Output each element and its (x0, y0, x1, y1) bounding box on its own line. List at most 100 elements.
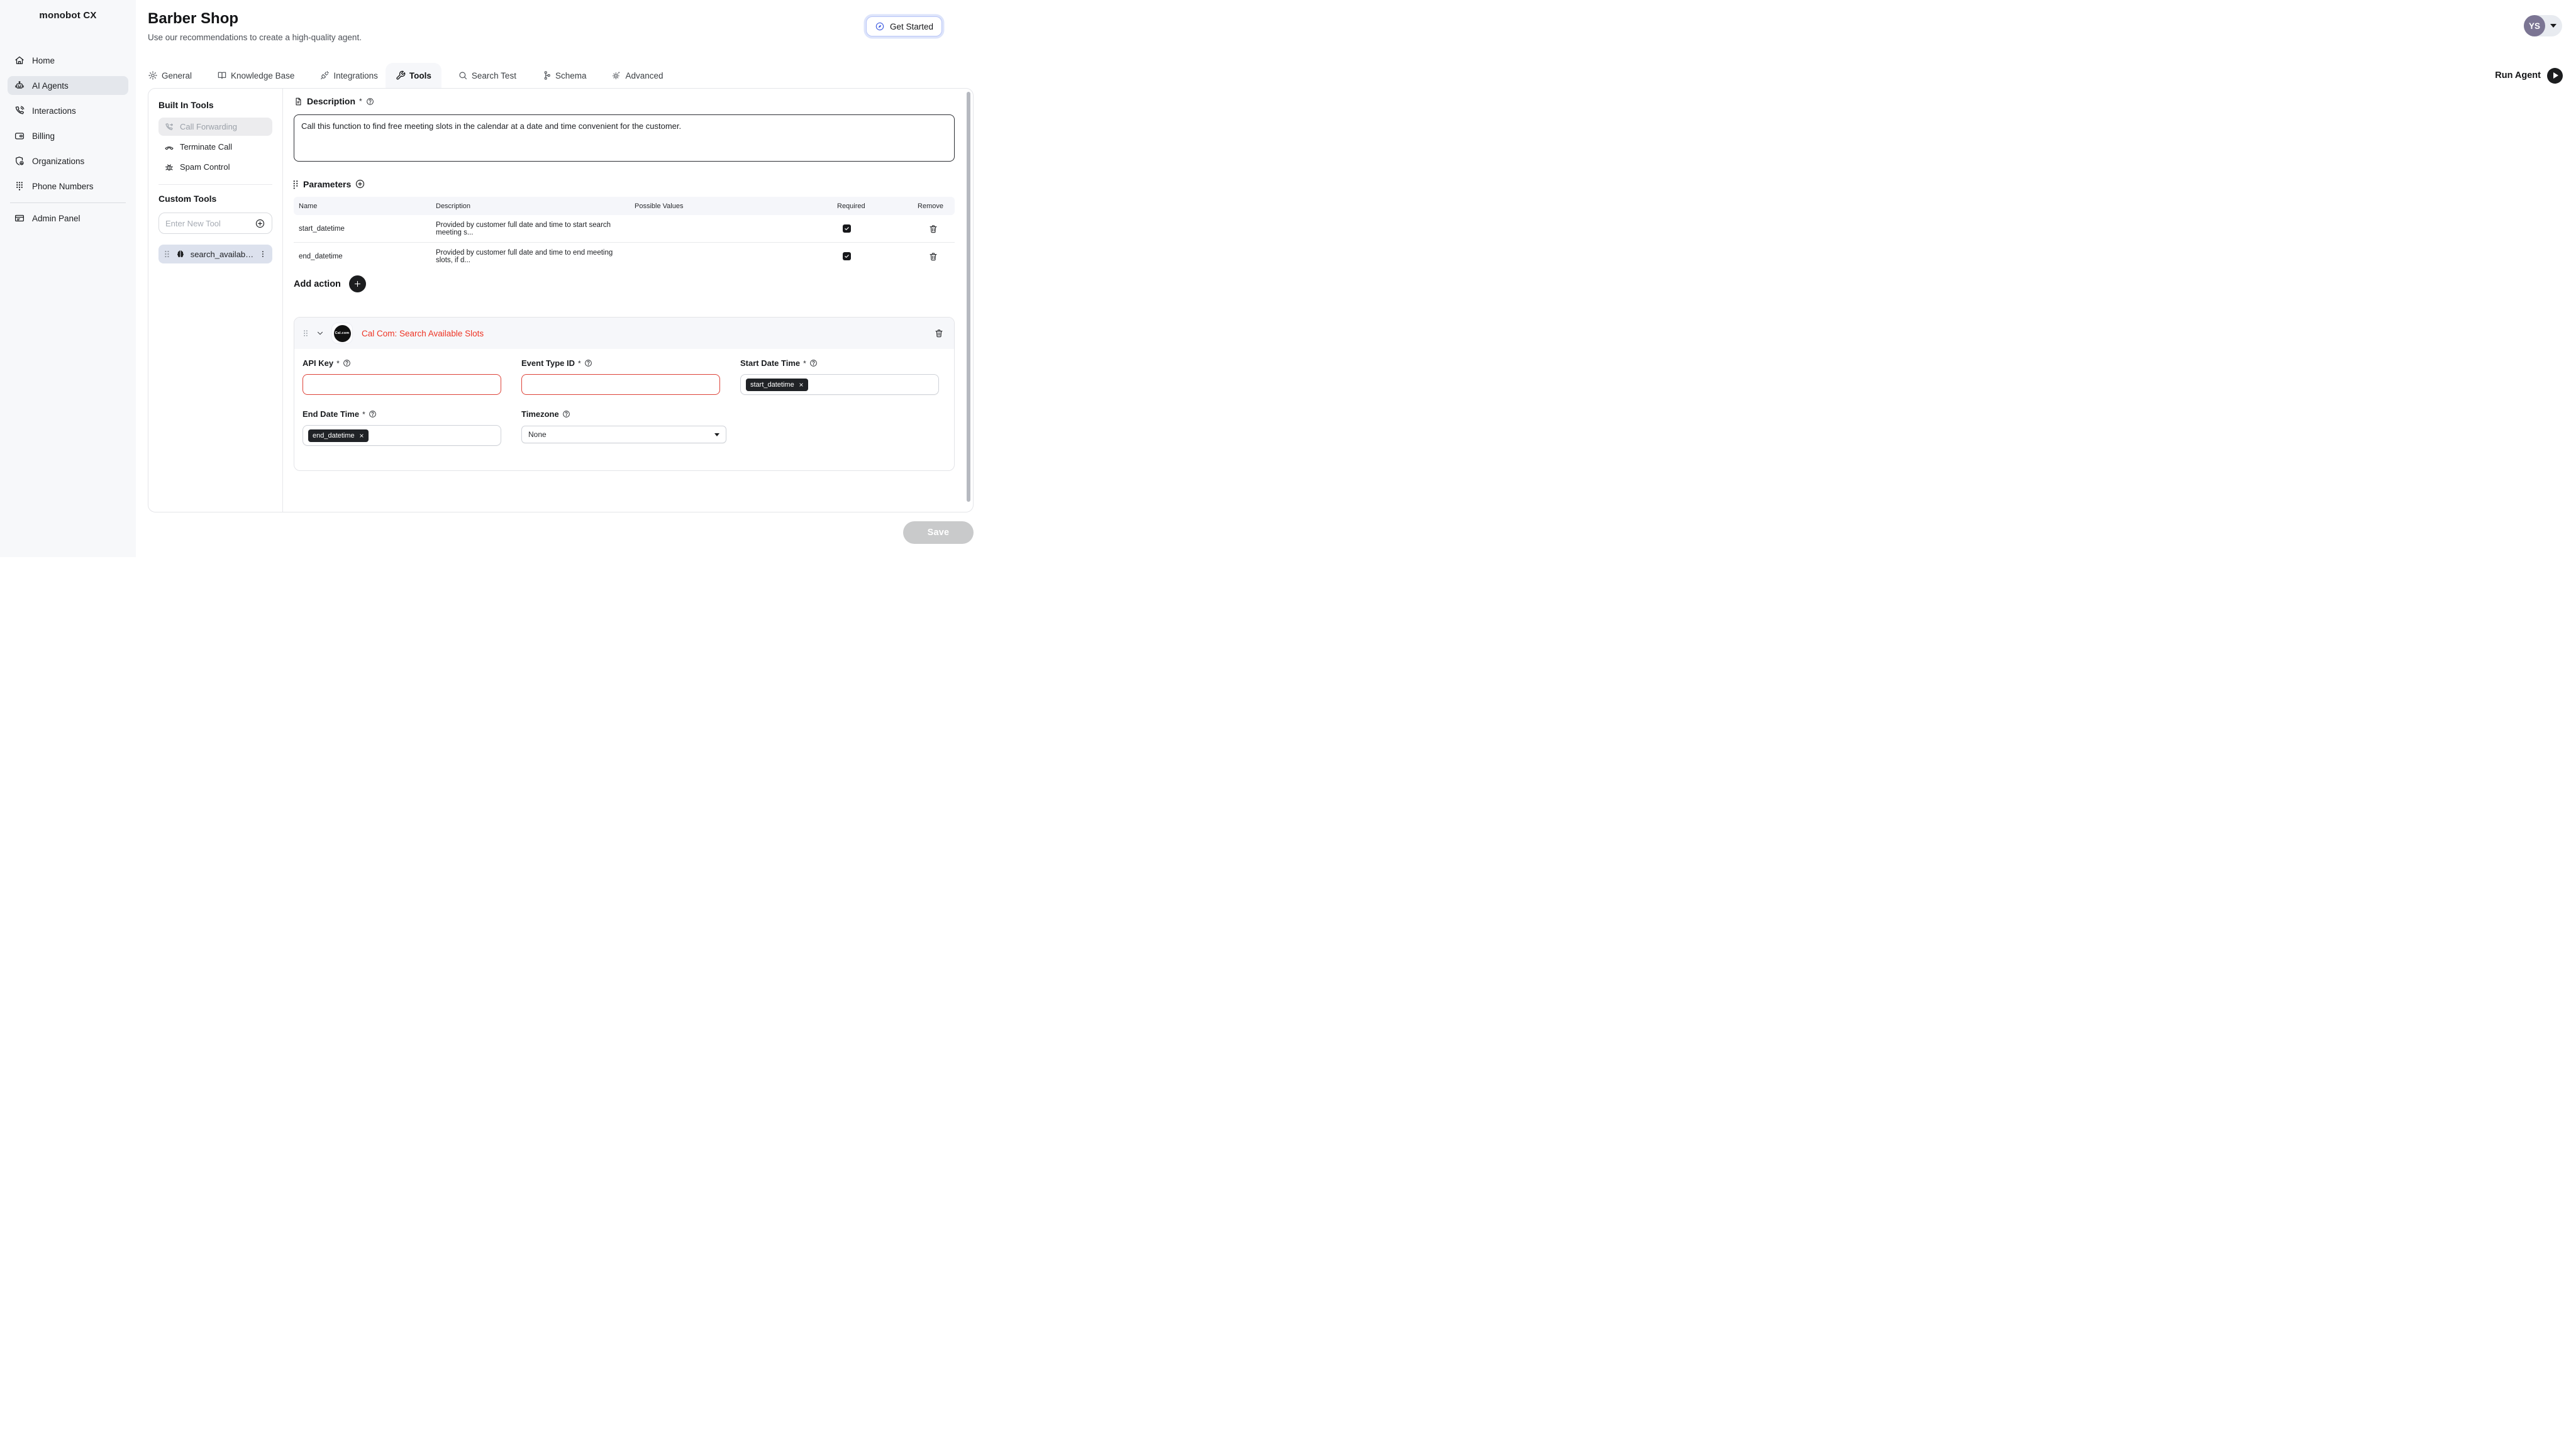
home-icon (14, 55, 25, 66)
sidebar-item-admin-panel[interactable]: Admin Panel (8, 209, 128, 228)
column-header-remove: Remove (906, 202, 955, 210)
add-parameter-icon[interactable] (355, 179, 365, 189)
trash-icon[interactable] (934, 328, 944, 338)
tab-tools-active[interactable]: Tools (386, 63, 441, 88)
sidebar-item-billing[interactable]: Billing (8, 126, 128, 145)
help-icon[interactable] (562, 410, 570, 418)
main-area: Barber Shop Use our recommendations to c… (136, 0, 2576, 1455)
tab-bar: General Knowledge Base Integrations Tool… (148, 63, 2576, 88)
tool-label: Spam Control (180, 162, 230, 172)
sidebar-item-label: Phone Numbers (32, 182, 94, 191)
add-action-button[interactable] (349, 275, 366, 292)
brain-icon (175, 249, 186, 259)
param-name: start_datetime (294, 225, 431, 233)
chevron-down-icon (714, 433, 719, 436)
tab-knowledge-base[interactable]: Knowledge Base (217, 70, 294, 80)
tab-integrations[interactable]: Integrations (319, 70, 378, 80)
trash-icon[interactable] (928, 252, 938, 262)
vertical-scrollbar[interactable] (967, 92, 970, 502)
field-api-key: API Key * (303, 358, 501, 395)
close-icon[interactable] (799, 382, 804, 387)
column-header-description: Description (431, 202, 630, 210)
add-action-label: Add action (294, 279, 341, 289)
drag-handle-icon[interactable] (303, 329, 309, 338)
custom-tool-search-available[interactable]: search_availab… (158, 245, 272, 263)
run-agent-button[interactable]: Run Agent (2495, 63, 2563, 88)
param-description: Provided by customer full date and time … (431, 249, 630, 264)
trash-icon[interactable] (928, 224, 938, 234)
event-type-id-input[interactable] (521, 374, 720, 395)
tool-spam-control[interactable]: Spam Control (158, 158, 272, 176)
tab-label: Integrations (333, 71, 378, 80)
sidebar-item-organizations[interactable]: Organizations (8, 152, 128, 170)
help-icon[interactable] (366, 97, 374, 106)
chevron-down-icon[interactable] (316, 329, 325, 338)
parameters-table: Name Description Possible Values Require… (294, 197, 955, 270)
help-icon[interactable] (584, 359, 592, 367)
new-tool-input[interactable] (165, 219, 255, 228)
shield-org-icon (14, 155, 25, 167)
description-textarea[interactable]: Call this function to find free meeting … (294, 114, 955, 162)
built-in-tools-title: Built In Tools (158, 100, 272, 110)
circle-plus-icon[interactable] (255, 218, 265, 229)
sidebar-item-home[interactable]: Home (8, 51, 128, 70)
sidebar-item-ai-agents[interactable]: AI Agents (8, 76, 128, 95)
tab-advanced[interactable]: Advanced (611, 70, 663, 80)
column-header-name: Name (294, 202, 431, 210)
save-button[interactable]: Save (903, 521, 974, 544)
tab-tools[interactable]: Tools (396, 70, 431, 80)
kebab-menu-icon[interactable] (258, 250, 267, 258)
add-action: Add action (294, 275, 366, 292)
tool-terminate-call[interactable]: Terminate Call (158, 138, 272, 156)
sidebar-item-phone-numbers[interactable]: Phone Numbers (8, 177, 128, 196)
tab-general[interactable]: General (148, 70, 192, 80)
book-icon (217, 70, 227, 80)
sidebar-item-label: Home (32, 56, 55, 65)
field-event-type-id: Event Type ID * (521, 358, 720, 395)
field-label: End Date Time (303, 409, 359, 419)
dialpad-icon (14, 180, 25, 192)
help-icon[interactable] (343, 359, 351, 367)
get-started-button[interactable]: Get Started (866, 16, 942, 36)
tab-schema[interactable]: Schema (541, 70, 587, 80)
tab-label: Schema (555, 71, 587, 80)
timezone-select[interactable]: None (521, 426, 726, 443)
api-key-input[interactable] (303, 374, 501, 395)
required-checkbox[interactable] (843, 224, 851, 233)
run-agent-label: Run Agent (2495, 70, 2541, 80)
drag-handle-icon[interactable] (164, 250, 170, 258)
bug-icon (164, 162, 174, 172)
required-checkbox[interactable] (843, 252, 851, 260)
tool-label: Terminate Call (180, 142, 232, 152)
calcom-logo: Cal.com (334, 325, 351, 342)
tab-search-test[interactable]: Search Test (458, 70, 516, 80)
help-icon[interactable] (369, 410, 377, 418)
required-mark: * (362, 410, 365, 419)
param-name: end_datetime (294, 253, 431, 260)
tool-call-forwarding[interactable]: Call Forwarding (158, 118, 272, 136)
field-timezone: Timezone None (521, 409, 726, 446)
description-header: Description * (294, 96, 374, 106)
admin-panel-icon (14, 213, 25, 224)
new-tool-field (158, 213, 272, 234)
help-icon[interactable] (809, 359, 818, 367)
page-title: Barber Shop (148, 10, 238, 28)
sidebar-item-interactions[interactable]: Interactions (8, 101, 128, 120)
variable-chip: start_datetime (746, 379, 808, 391)
sidebar-item-label: AI Agents (32, 81, 69, 91)
close-icon[interactable] (359, 433, 364, 438)
end-date-time-input[interactable]: end_datetime (303, 425, 501, 446)
avatar: YS (2524, 15, 2545, 36)
sidebar: monobot CX Home AI Agents Interactions B… (0, 0, 136, 557)
start-date-time-input[interactable]: start_datetime (740, 374, 939, 395)
action-card-header: Cal.com Cal Com: Search Available Slots (294, 318, 954, 349)
tab-label: Tools (409, 71, 431, 80)
table-row: end_datetime Provided by customer full d… (294, 243, 955, 270)
user-menu[interactable]: YS (2524, 15, 2562, 36)
field-label: Event Type ID (521, 358, 575, 368)
description-label: Description (307, 96, 355, 106)
plus-icon (353, 280, 362, 288)
drag-handle-icon[interactable] (292, 179, 299, 189)
tool-editor: Description * Call this function to find… (283, 89, 973, 512)
table-row: start_datetime Provided by customer full… (294, 215, 955, 242)
